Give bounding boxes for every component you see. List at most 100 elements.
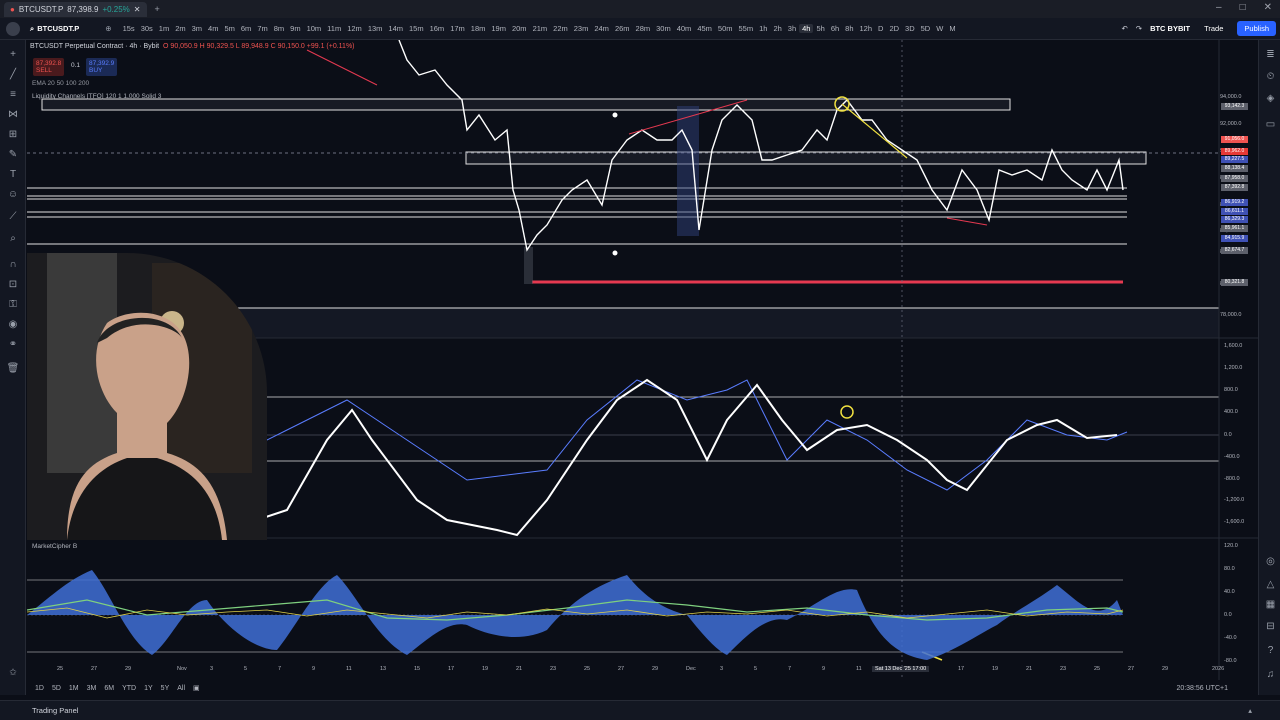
broker-label[interactable]: BTC BYBIT (1150, 24, 1190, 33)
timeframe-2D[interactable]: 2D (886, 24, 902, 33)
redo-icon[interactable]: ↷ (1136, 24, 1142, 33)
timeframe-1m[interactable]: 1m (156, 24, 172, 33)
timeframe-12m[interactable]: 12m (344, 24, 365, 33)
timeframe-17m[interactable]: 17m (447, 24, 468, 33)
fib-icon[interactable]: ≡ (6, 88, 20, 102)
range-6M[interactable]: 6M (104, 685, 114, 692)
range-1Y[interactable]: 1Y (144, 685, 153, 692)
timeframe-D[interactable]: D (875, 24, 886, 33)
timeframe-3h[interactable]: 3h (785, 24, 799, 33)
timeframe-8m[interactable]: 8m (271, 24, 287, 33)
ruler-icon[interactable]: ⟋ (6, 210, 20, 224)
timeframe-10m[interactable]: 10m (304, 24, 325, 33)
lock-icon[interactable]: ⚿ (6, 298, 20, 312)
timeframe-20m[interactable]: 20m (509, 24, 530, 33)
target-icon[interactable]: ◎ (1264, 555, 1277, 568)
timeframe-5m[interactable]: 5m (221, 24, 237, 33)
crosshair-icon[interactable]: + (6, 48, 20, 62)
notifications-icon[interactable]: ♫ (1264, 668, 1277, 681)
timeframe-50m[interactable]: 50m (715, 24, 736, 33)
maximize-icon[interactable]: □ (1240, 2, 1246, 13)
range-All[interactable]: All (177, 685, 185, 692)
layers-icon[interactable]: ◈ (1264, 92, 1277, 105)
idea-icon[interactable]: △ (1264, 578, 1277, 591)
range-YTD[interactable]: YTD (122, 685, 136, 692)
brush-icon[interactable]: ✎ (6, 148, 20, 162)
timeframe-2h[interactable]: 2h (770, 24, 784, 33)
undo-icon[interactable]: ↶ (1121, 24, 1127, 33)
sell-button[interactable]: 87,392.8 SELL (33, 58, 65, 76)
timeframe-22m[interactable]: 22m (550, 24, 571, 33)
maximize-panel-icon[interactable]: ▴ (1248, 706, 1252, 715)
timeframe-19m[interactable]: 19m (488, 24, 509, 33)
timeframe-28m[interactable]: 28m (633, 24, 654, 33)
timeframe-4m[interactable]: 4m (205, 24, 221, 33)
projection-icon[interactable]: ⊞ (6, 128, 20, 142)
range-5Y[interactable]: 5Y (161, 685, 170, 692)
new-tab-icon[interactable]: + (155, 4, 160, 14)
zoom-icon[interactable]: ⌕ (6, 232, 20, 246)
calendar-icon[interactable]: ▦ (1264, 598, 1277, 611)
liquidity-indicator[interactable]: Liquidity Channels [TFO] 120 1 1,000 Sol… (32, 93, 161, 100)
magnet-icon[interactable]: ∩ (6, 258, 20, 272)
trash-icon[interactable]: 🗑 (6, 362, 20, 376)
alerts-icon[interactable]: ⏲ (1264, 70, 1277, 83)
symbol-search[interactable]: ⌕ BTCUSDT.P (30, 24, 79, 34)
timeframe-9m[interactable]: 9m (287, 24, 303, 33)
chat-icon[interactable]: ▭ (1264, 118, 1277, 131)
minimize-icon[interactable]: – (1216, 2, 1222, 13)
timeframe-5D[interactable]: 5D (918, 24, 934, 33)
tab-symbol[interactable]: ● BTCUSDT.P 87,398.9 +0.25% ✕ (4, 1, 147, 17)
timeframe-15s[interactable]: 15s (120, 24, 138, 33)
trendline-icon[interactable]: ╱ (6, 68, 20, 82)
timeframe-8h[interactable]: 8h (842, 24, 856, 33)
calendar-goto-icon[interactable]: ▣ (193, 684, 200, 692)
timeframe-21m[interactable]: 21m (530, 24, 551, 33)
timeframe-1h[interactable]: 1h (756, 24, 770, 33)
link-icon[interactable]: ⚭ (6, 338, 20, 352)
timeframe-12h[interactable]: 12h (857, 24, 876, 33)
range-3M[interactable]: 3M (87, 685, 97, 692)
timeframe-13m[interactable]: 13m (365, 24, 386, 33)
help-icon[interactable]: ? (1264, 644, 1277, 657)
time-axis[interactable]: 25 27 29 Nov 3 5 7 9 11 13 15 17 19 21 23 25 27 29 Dec 3 5 7 9… (27, 664, 1227, 676)
timeframe-6h[interactable]: 6h (828, 24, 842, 33)
timeframe-3D[interactable]: 3D (902, 24, 918, 33)
marketcipher-label[interactable]: MarketCipher B (32, 543, 77, 550)
timeframe-18m[interactable]: 18m (468, 24, 489, 33)
trading-panel-tab[interactable]: Trading Panel (32, 706, 78, 715)
buy-button[interactable]: 87,392.9 BUY (86, 58, 118, 76)
timeframe-11m[interactable]: 11m (324, 24, 344, 33)
timeframe-W[interactable]: W (933, 24, 946, 33)
timeframe-3m[interactable]: 3m (189, 24, 205, 33)
timeframe-24m[interactable]: 24m (591, 24, 612, 33)
timeframe-7m[interactable]: 7m (254, 24, 270, 33)
close-window-icon[interactable]: ✕ (1264, 2, 1272, 13)
timeframe-16m[interactable]: 16m (427, 24, 448, 33)
favorites-icon[interactable]: ✩ (6, 665, 20, 679)
timeframe-4h[interactable]: 4h (799, 24, 814, 33)
add-symbol-icon[interactable]: ⊕ (105, 24, 111, 33)
range-1M[interactable]: 1M (69, 685, 79, 692)
publish-button[interactable]: Publish (1237, 21, 1276, 36)
timeframe-30s[interactable]: 30s (138, 24, 156, 33)
avatar[interactable] (6, 22, 20, 36)
timeframe-5h[interactable]: 5h (813, 24, 827, 33)
legend-title[interactable]: BTCUSDT Perpetual Contract · 4h · Bybit (30, 43, 159, 50)
trade-button[interactable]: Trade (1198, 22, 1229, 35)
watchlist-icon[interactable]: ≣ (1264, 48, 1277, 61)
timeframe-6m[interactable]: 6m (238, 24, 254, 33)
timeframe-26m[interactable]: 26m (612, 24, 633, 33)
range-5D[interactable]: 5D (52, 685, 61, 692)
timeframe-14m[interactable]: 14m (385, 24, 406, 33)
timeframe-2m[interactable]: 2m (172, 24, 188, 33)
hotlist-icon[interactable]: ⊟ (1264, 620, 1277, 633)
lock-drawings-icon[interactable]: ⊡ (6, 278, 20, 292)
range-1D[interactable]: 1D (35, 685, 44, 692)
clock[interactable]: 20:38:56 UTC+1 (1176, 685, 1228, 692)
timeframe-30m[interactable]: 30m (653, 24, 674, 33)
timeframe-40m[interactable]: 40m (674, 24, 695, 33)
timeframe-23m[interactable]: 23m (571, 24, 592, 33)
eye-icon[interactable]: ◉ (6, 318, 20, 332)
emoji-icon[interactable]: ☺ (6, 188, 20, 202)
